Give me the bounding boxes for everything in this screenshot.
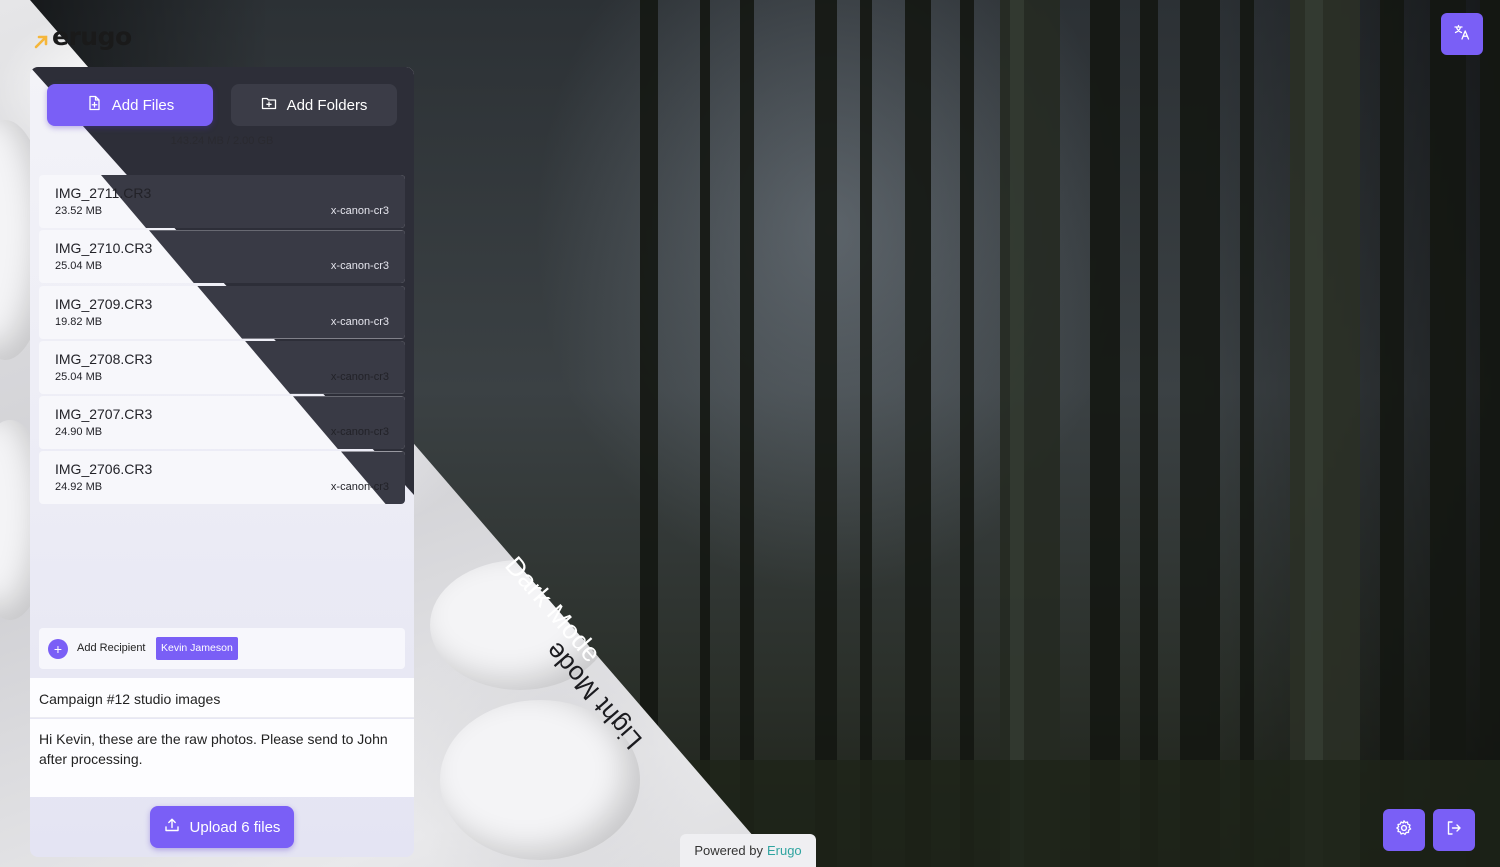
upload-label: Upload 6 files — [189, 818, 281, 836]
plus-icon[interactable]: + — [48, 639, 68, 659]
file-type: x-canon-cr3 — [330, 370, 389, 383]
file-name: IMG_2707.CR3 — [55, 406, 153, 423]
row-dark-half — [245, 340, 405, 394]
file-type: x-canon-cr3 — [330, 260, 389, 273]
powered-by-footer: Powered by Erugo — [680, 834, 816, 867]
add-folders-label: Add Folders — [286, 96, 368, 114]
file-size: 25.04 MB — [55, 260, 103, 273]
file-size: 19.82 MB — [55, 315, 103, 328]
folder-plus-icon — [261, 95, 277, 115]
row-dark-half — [101, 175, 405, 228]
file-row[interactable]: IMG_2709.CR3 19.82 MB x-canon-cr3 — [39, 285, 405, 339]
file-list: IMG_2711.CR3 23.52 MB x-canon-cr3 IMG_27… — [39, 175, 405, 507]
subject-text: Campaign #12 studio images — [39, 691, 221, 707]
settings-button[interactable] — [1383, 809, 1425, 851]
gear-icon — [1395, 819, 1413, 842]
upload-panel: Add Files Add Folders 143.24 MB / 2.00 G… — [30, 67, 414, 857]
add-files-label: Add Files — [111, 96, 175, 114]
upload-button[interactable]: Upload 6 files — [150, 806, 294, 848]
row-dark-half — [149, 230, 405, 284]
file-type: x-canon-cr3 — [330, 481, 389, 494]
recipients-bar: + Add Recipient Kevin Jameson — [39, 628, 405, 669]
file-type: x-canon-cr3 — [330, 315, 389, 328]
row-dark-half — [197, 285, 405, 339]
translate-icon — [1453, 23, 1471, 46]
file-size: 24.92 MB — [55, 481, 103, 494]
file-row[interactable]: IMG_2706.CR3 24.92 MB x-canon-cr3 — [39, 451, 405, 505]
subject-field[interactable]: Campaign #12 studio images — [30, 678, 414, 718]
storage-quota-text: 143.24 MB / 2.00 GB — [170, 135, 274, 147]
message-field[interactable]: Hi Kevin, these are the raw photos. Plea… — [30, 719, 414, 797]
logo-text: erugo — [52, 22, 132, 51]
file-type: x-canon-cr3 — [330, 205, 389, 217]
file-plus-icon — [86, 95, 102, 115]
translate-button[interactable] — [1441, 13, 1483, 55]
upload-icon — [164, 817, 180, 837]
add-files-button[interactable]: Add Files — [47, 84, 213, 126]
message-text: Hi Kevin, these are the raw photos. Plea… — [39, 731, 388, 767]
logo-arrow-icon — [34, 33, 50, 49]
file-type: x-canon-cr3 — [330, 426, 389, 439]
storage-quota: 143.24 MB / 2.00 GB — [30, 135, 414, 147]
recipient-tag[interactable]: Kevin Jameson — [156, 637, 238, 660]
add-recipient-button[interactable]: Add Recipient — [77, 642, 146, 654]
erugo-link[interactable]: Erugo — [767, 843, 802, 858]
file-row[interactable]: IMG_2708.CR3 25.04 MB x-canon-cr3 — [39, 340, 405, 394]
file-size: 24.90 MB — [55, 426, 103, 439]
file-row[interactable]: IMG_2707.CR3 24.90 MB x-canon-cr3 — [39, 396, 405, 450]
file-name: IMG_2709.CR3 — [55, 295, 153, 312]
file-name: IMG_2710.CR3 — [55, 240, 153, 257]
file-size: 25.04 MB — [55, 370, 103, 383]
row-dark-half — [293, 396, 405, 450]
logout-button[interactable] — [1433, 809, 1475, 851]
file-size: 23.52 MB — [55, 205, 103, 217]
file-name: IMG_2708.CR3 — [55, 350, 153, 367]
file-row[interactable]: IMG_2711.CR3 23.52 MB x-canon-cr3 — [39, 175, 405, 228]
powered-by-text: Powered by — [694, 843, 763, 858]
file-name: IMG_2711.CR3 — [55, 185, 152, 201]
logo[interactable]: erugo — [34, 22, 132, 51]
add-folders-button[interactable]: Add Folders — [231, 84, 397, 126]
file-name: IMG_2706.CR3 — [55, 461, 153, 478]
row-dark-half — [341, 451, 405, 505]
logout-icon — [1445, 819, 1463, 842]
file-row[interactable]: IMG_2710.CR3 25.04 MB x-canon-cr3 — [39, 230, 405, 284]
